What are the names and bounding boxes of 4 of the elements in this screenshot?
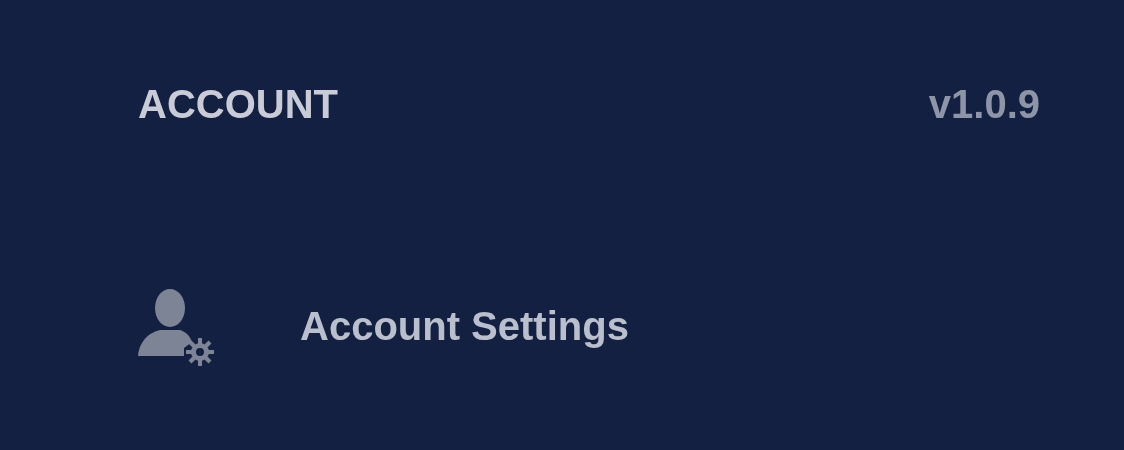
version-label: v1.0.9 [928, 84, 1040, 124]
user-gear-icon [138, 286, 216, 366]
menu-item[interactable]: Account Settings [138, 286, 1040, 366]
section-title: ACCOUNT [138, 84, 338, 124]
